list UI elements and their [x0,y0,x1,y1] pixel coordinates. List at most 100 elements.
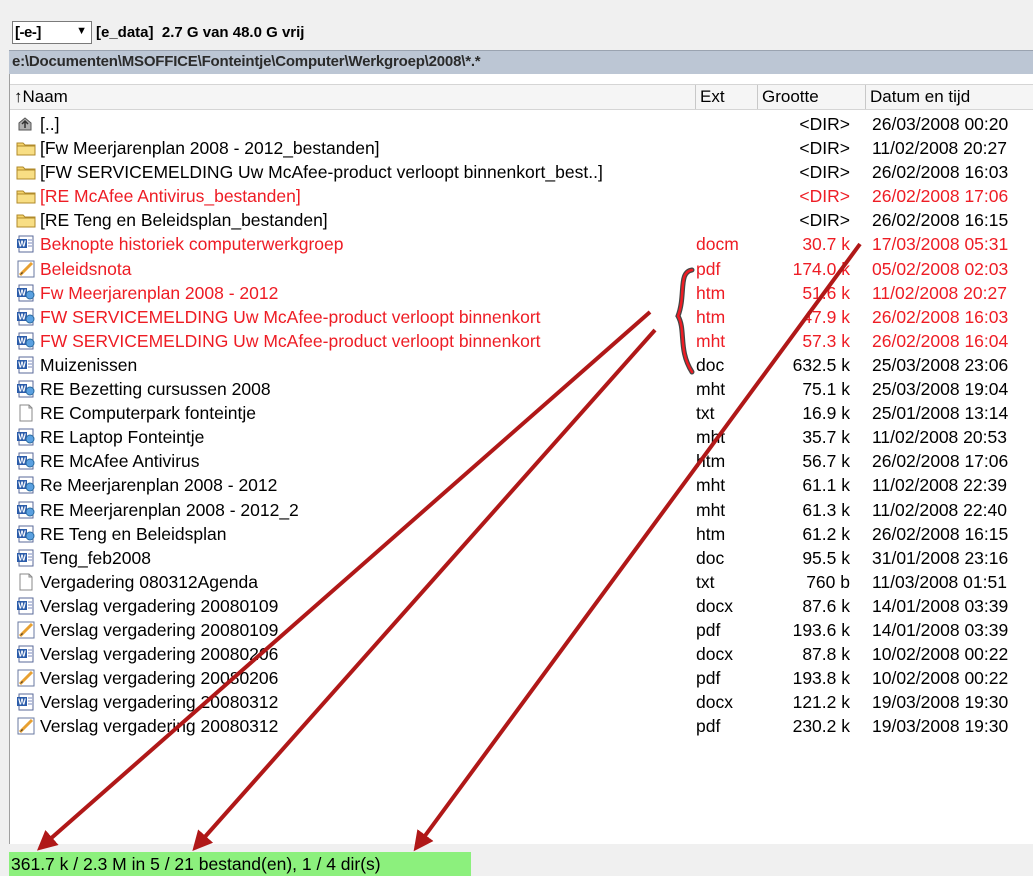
file-size: 95.5 k [802,547,850,568]
file-row[interactable]: W Fw Meerjarenplan 2008 - 2012 htm 51.6 k 11… [10,281,1033,305]
file-row[interactable]: W Muizenissen doc 632.5 k 25/03/2008 23:06 [10,353,1033,377]
file-size: 61.1 k [802,475,850,496]
file-name: Verslag vergadering 20080206 [40,644,279,665]
svg-text:W: W [18,360,26,369]
file-date: 26/02/2008 16:03 [872,162,1009,183]
web-document-icon: W [16,284,36,302]
file-name: Muizenissen [40,354,138,375]
drive-volume-label: [e_data] [96,24,154,41]
svg-text:W: W [18,481,26,490]
file-size: 75.1 k [802,379,850,400]
word-document-icon: W [16,693,36,711]
file-size: 56.7 k [802,451,850,472]
file-row[interactable]: W Teng_feb2008 doc 95.5 k 31/01/2008 23:16 [10,546,1033,570]
file-name: [Fw Meerjarenplan 2008 - 2012_bestanden] [40,138,380,159]
chevron-down-icon[interactable]: ▼ [76,25,87,37]
file-name: [RE McAfee Antivirus_bestanden] [40,186,301,207]
file-date: 26/03/2008 00:20 [872,114,1009,134]
file-date: 26/02/2008 16:03 [872,306,1009,327]
svg-text:W: W [18,385,26,394]
file-row[interactable]: [RE McAfee Antivirus_bestanden] <DIR> 26/0… [10,184,1033,208]
file-row[interactable]: Verslag vergadering 20080109 pdf 193.6 k 14… [10,618,1033,642]
file-ext: docx [696,644,733,665]
file-name: Verslag vergadering 20080206 [40,668,279,689]
file-date: 26/02/2008 16:04 [872,330,1009,351]
file-row[interactable]: [RE Teng en Beleidsplan_bestanden] <DIR> 2… [10,208,1033,232]
drive-free-space: 2.7 G van 48.0 G vrij [161,24,305,41]
file-row[interactable]: W RE Bezetting cursussen 2008 mht 75.1 k 25/… [10,377,1033,401]
status-bar-filler [471,852,1033,876]
file-row[interactable]: W FW SERVICEMELDING Uw McAfee-product ver… [10,305,1033,329]
file-name: [RE Teng en Beleidsplan_bestanden] [40,210,328,231]
file-size: 174.0 k [792,258,850,279]
file-size: 51.6 k [802,282,850,303]
file-row[interactable]: Vergadering 080312Agenda txt 760 b 11/03/20… [10,570,1033,594]
file-date: 11/03/2008 01:51 [872,571,1007,592]
svg-text:W: W [18,553,26,562]
file-name: FW SERVICEMELDING Uw McAfee-product verl… [40,330,541,351]
file-row[interactable]: W Beknopte historiek computerwerkgroep doc… [10,232,1033,256]
file-row[interactable]: W RE Laptop Fonteintje mht 35.7 k 11/02/2008… [10,425,1033,449]
file-size: 632.5 k [792,354,850,375]
file-date: 25/01/2008 13:14 [872,403,1009,424]
file-date: 26/02/2008 17:06 [872,451,1009,472]
file-row[interactable]: W Verslag vergadering 20080109 docx 87.6 k 1… [10,594,1033,618]
column-header-ext[interactable]: Ext [696,85,758,109]
file-date: 10/02/2008 00:22 [872,644,1009,665]
svg-text:W: W [18,240,26,249]
file-date: 10/02/2008 00:22 [872,668,1009,689]
file-row[interactable]: [Fw Meerjarenplan 2008 - 2012_bestanden]… [10,136,1033,160]
svg-text:W: W [18,336,26,345]
file-name: RE Teng en Beleidsplan [40,523,227,544]
file-size: 193.8 k [792,668,850,689]
status-bar: 361.7 k / 2.3 M in 5 / 21 bestand(en), 1… [9,852,471,876]
word-document-icon: W [16,235,36,253]
file-row[interactable]: W Verslag vergadering 20080312 docx 121.2 k… [10,690,1033,714]
folder-icon [16,139,36,157]
file-row[interactable]: W Verslag vergadering 20080206 docx 87.8 k 1… [10,642,1033,666]
file-row[interactable]: W RE Teng en Beleidsplan htm 61.2 k 26/02/20… [10,522,1033,546]
word-document-icon: W [16,645,36,663]
file-date: 11/02/2008 22:40 [872,499,1007,520]
file-name: [FW SERVICEMELDING Uw McAfee-product ver… [40,162,603,183]
file-row[interactable]: Beleidsnota pdf 174.0 k 05/02/2008 02:03 [10,257,1033,281]
file-row[interactable]: RE Computerpark fonteintje txt 16.9 k 25/01… [10,401,1033,425]
file-name: Verslag vergadering 20080312 [40,716,279,737]
file-row[interactable]: W RE McAfee Antivirus htm 56.7 k 26/02/2008 … [10,449,1033,473]
file-date: 31/01/2008 23:16 [872,547,1009,568]
text-file-icon [16,404,36,422]
file-ext: pdf [696,668,721,689]
web-document-icon: W [16,452,36,470]
file-row[interactable]: W FW SERVICEMELDING Uw McAfee-product ver… [10,329,1033,353]
file-ext: htm [696,282,726,303]
file-size: 35.7 k [802,427,850,448]
file-size: 61.3 k [802,499,850,520]
column-header-date[interactable]: Datum en tijd [866,85,1033,109]
file-date: 17/03/2008 05:31 [872,234,1009,255]
file-size: 57.3 k [802,330,850,351]
file-ext: pdf [696,716,721,737]
column-header: ↑Naam Ext Grootte Datum en tijd [10,84,1033,110]
file-name: Verslag vergadering 20080109 [40,595,279,616]
svg-text:W: W [18,698,26,707]
file-name: RE Laptop Fonteintje [40,427,205,448]
file-size: <DIR> [799,114,850,134]
column-header-size[interactable]: Grootte [758,85,866,109]
drive-bar: [-e-] ▼ [e_data] 2.7 G van 48.0 G vrij [0,0,1033,52]
drive-selector[interactable]: [-e-] ▼ [12,21,92,44]
file-row[interactable]: W Re Meerjarenplan 2008 - 2012 mht 61.1 k 11… [10,473,1033,497]
file-date: 11/02/2008 20:27 [872,138,1007,159]
file-row[interactable]: Verslag vergadering 20080312 pdf 230.2 k 19… [10,714,1033,738]
file-panel: ↑Naam Ext Grootte Datum en tijd [..] <DIR… [9,74,1033,844]
column-header-name[interactable]: ↑Naam [10,85,696,109]
file-name: Verslag vergadering 20080109 [40,619,279,640]
svg-text:W: W [18,312,26,321]
file-row[interactable]: [FW SERVICEMELDING Uw McAfee-product ver… [10,160,1033,184]
file-size: 230.2 k [792,716,850,737]
file-row[interactable]: W RE Meerjarenplan 2008 - 2012_2 mht 61.3 k… [10,498,1033,522]
web-document-icon: W [16,525,36,543]
file-row[interactable]: Verslag vergadering 20080206 pdf 193.8 k 10… [10,666,1033,690]
file-name: Re Meerjarenplan 2008 - 2012 [40,475,278,496]
file-date: 26/02/2008 16:15 [872,210,1009,231]
file-row[interactable]: [..] <DIR> 26/03/2008 00:20 [10,112,1033,136]
